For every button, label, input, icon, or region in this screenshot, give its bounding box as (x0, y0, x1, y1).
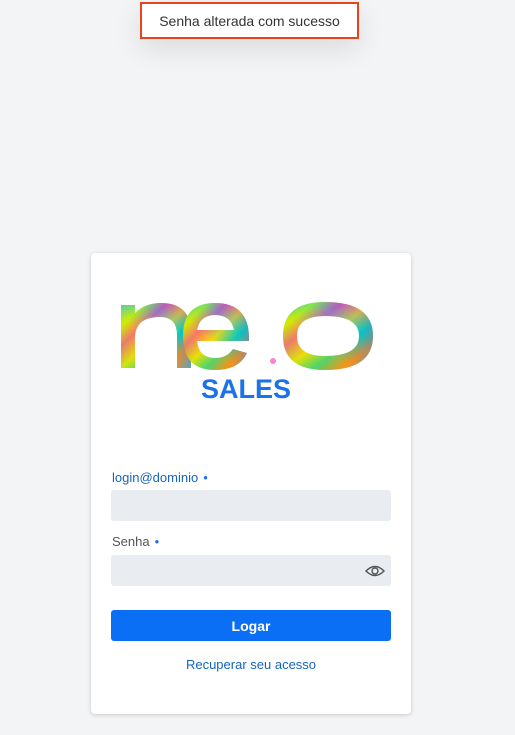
login-label: login@dominio • (112, 470, 208, 485)
eye-icon[interactable] (365, 563, 385, 579)
required-mark: • (203, 470, 208, 485)
toast-message: Senha alterada com sucesso (159, 12, 340, 29)
success-toast: Senha alterada com sucesso (140, 2, 359, 39)
login-input[interactable] (111, 490, 391, 521)
required-mark: • (154, 534, 160, 549)
login-page: Senha alterada com sucesso SALES login@d… (0, 0, 515, 735)
password-input[interactable] (111, 555, 391, 586)
logo-subtitle: SALES (201, 374, 291, 404)
login-card: SALES login@dominio • Senha • Logar Recu… (91, 253, 411, 714)
login-label-text: login@dominio (112, 470, 199, 485)
neo-sales-logo: SALES (121, 302, 373, 404)
login-button[interactable]: Logar (111, 610, 391, 641)
recover-access-link[interactable]: Recuperar seu acesso (91, 657, 411, 672)
password-label-text: Senha (112, 534, 150, 549)
password-label: Senha • (112, 534, 159, 549)
